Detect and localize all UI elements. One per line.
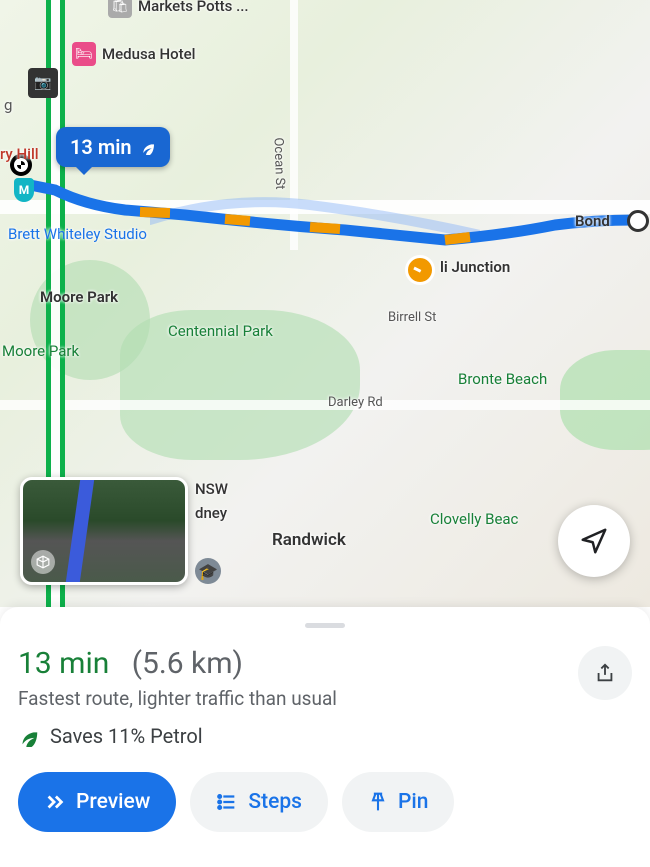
drag-handle[interactable] [305, 623, 345, 628]
museum-icon[interactable]: M [14, 178, 34, 202]
street-darley: Darley Rd [328, 395, 383, 410]
label-bondi-junction: li Junction [440, 258, 510, 276]
badge-time-text: 13 min [70, 135, 132, 159]
incident-camera-icon[interactable] [405, 255, 435, 285]
leaf-icon [140, 139, 156, 155]
cube-3d-icon [31, 550, 55, 574]
recenter-button[interactable] [558, 505, 630, 577]
location-arrow-icon [579, 526, 609, 556]
street-ocean: Ocean St [271, 137, 288, 190]
streetview-thumbnail[interactable] [20, 477, 188, 585]
label-moore-park-1: Moore Park [40, 288, 118, 306]
leaf-icon [18, 725, 40, 747]
label-centennial: Centennial Park [168, 322, 273, 340]
market-icon: 🛍 [108, 0, 132, 18]
poi-image-thumb[interactable]: 📷 [28, 68, 58, 98]
route-subtitle: Fastest route, lighter traffic than usua… [18, 687, 337, 710]
steps-button[interactable]: Steps [190, 772, 328, 832]
label-sydney: dney [195, 504, 227, 522]
poi-medusa-hotel[interactable]: 🛏 Medusa Hotel [72, 42, 196, 66]
label-nsw: NSW [195, 480, 228, 498]
education-icon[interactable]: 🎓 [195, 558, 221, 584]
label-randwick: Randwick [272, 530, 346, 550]
route-time: 13 min [18, 646, 109, 681]
street-birrell: Birrell St [388, 310, 436, 325]
label-brett-whiteley[interactable]: Brett Whiteley Studio [8, 225, 147, 243]
route-time-badge[interactable]: 13 min [56, 127, 170, 167]
route-end-marker[interactable] [627, 210, 649, 232]
label-hill: ry Hill [0, 145, 39, 163]
label-moore-park-2: Moore Park [2, 342, 79, 360]
preview-button[interactable]: Preview [18, 772, 176, 832]
label-g: g [4, 96, 12, 114]
hotel-icon: 🛏 [72, 42, 96, 66]
photo-icon: 📷 [28, 68, 58, 98]
route-info-sheet[interactable]: 13 min (5.6 km) Fastest route, lighter t… [0, 607, 650, 867]
label-clovelly[interactable]: Clovelly Beac [430, 510, 518, 528]
eco-text: Saves 11% Petrol [50, 724, 203, 748]
share-icon [594, 662, 616, 684]
map-view[interactable]: 13 min 🛍 Markets Potts ... 🛏 Medusa Hote… [0, 0, 650, 607]
pushpin-icon [368, 792, 388, 812]
route-title: 13 min (5.6 km) [18, 646, 337, 681]
route-distance: (5.6 km) [132, 646, 243, 681]
action-button-row: Preview Steps Pin [18, 772, 632, 832]
label-bronte[interactable]: Bronte Beach [458, 370, 547, 388]
pin-button[interactable]: Pin [342, 772, 454, 832]
chevron-double-right-icon [44, 791, 66, 813]
label-bondi: Bond [575, 212, 610, 230]
list-icon [216, 791, 238, 813]
share-button[interactable] [578, 646, 632, 700]
poi-markets[interactable]: 🛍 Markets Potts ... [108, 0, 249, 18]
eco-savings-row: Saves 11% Petrol [18, 724, 632, 748]
